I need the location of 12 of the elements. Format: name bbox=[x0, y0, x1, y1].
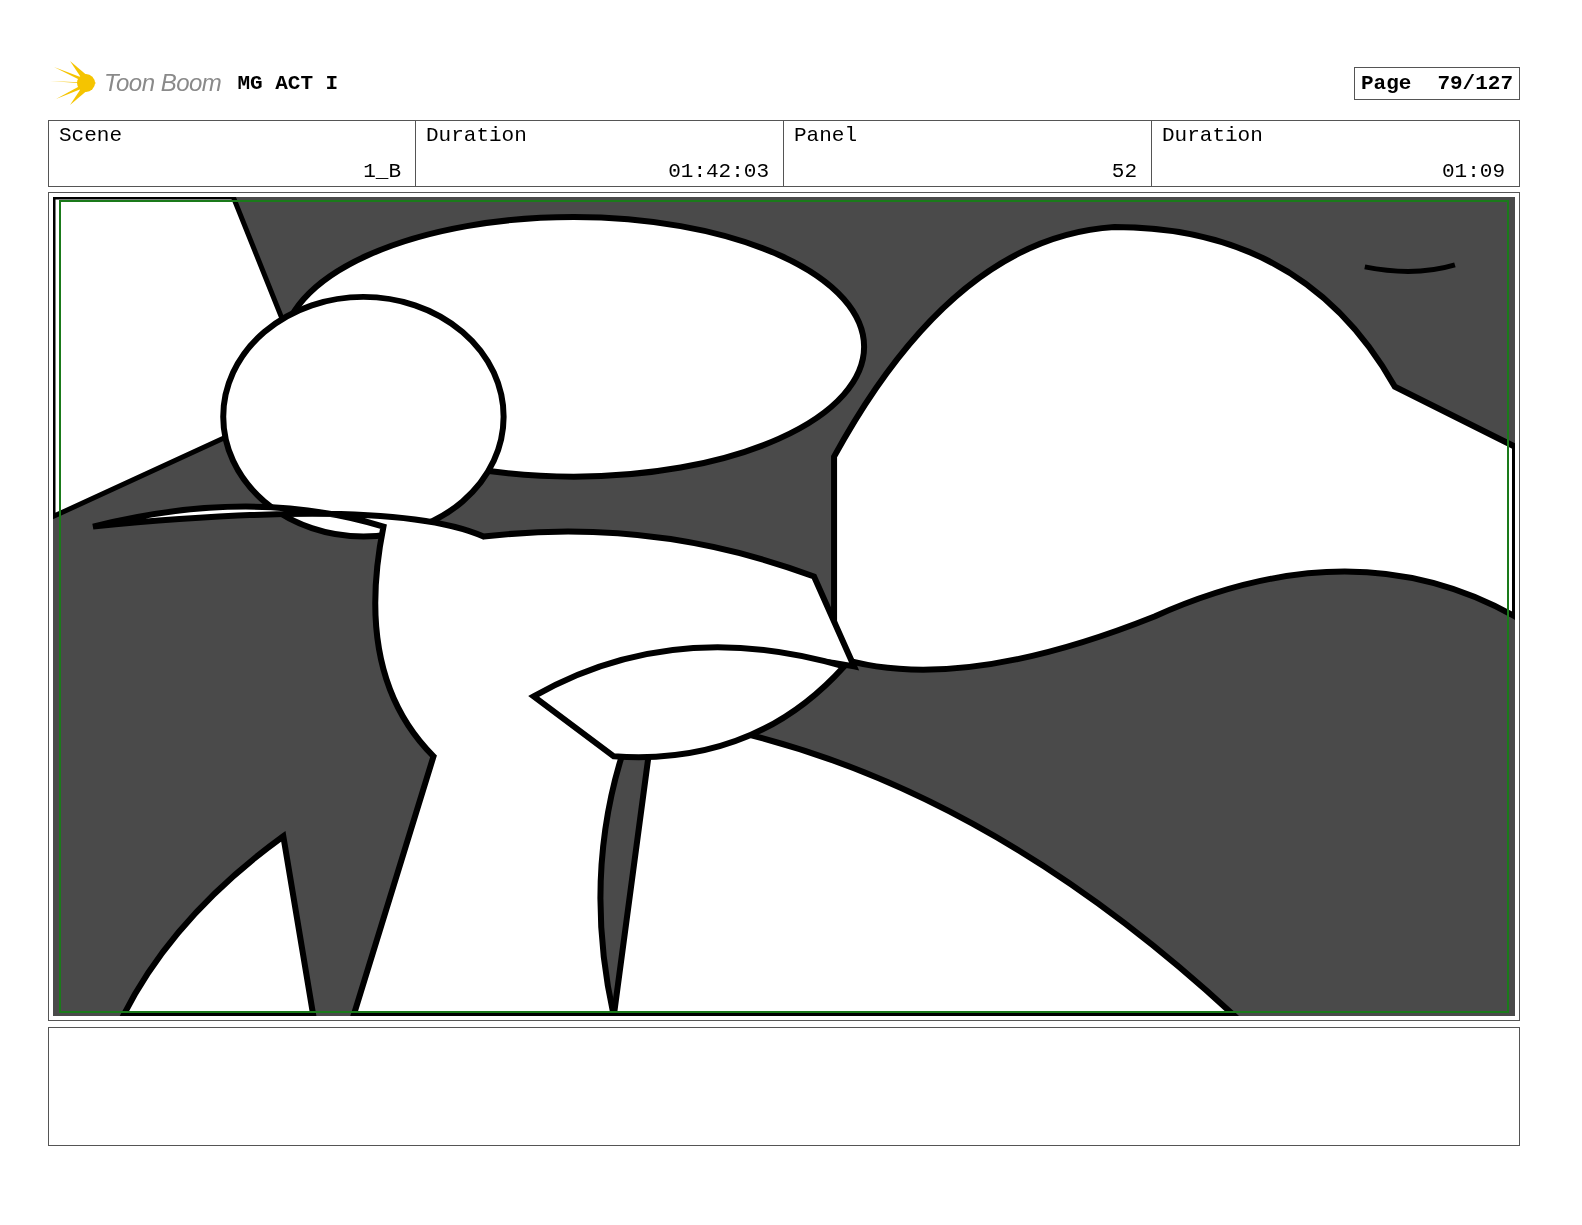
field-value: 52 bbox=[1111, 159, 1137, 183]
field-label: Duration bbox=[426, 124, 528, 148]
project-title: MG ACT I bbox=[237, 71, 339, 95]
field-value: 1_B bbox=[363, 159, 401, 183]
page-label: Page bbox=[1360, 71, 1412, 95]
field-label: Panel bbox=[794, 124, 858, 148]
field-label: Duration bbox=[1162, 124, 1264, 148]
field-value: 01:09 bbox=[1442, 159, 1505, 183]
page-number: 79/127 bbox=[1437, 71, 1513, 95]
logo-text: Toon Boom bbox=[104, 69, 222, 97]
field-label: Scene bbox=[59, 124, 123, 148]
field-value: 01:42:03 bbox=[668, 159, 769, 183]
